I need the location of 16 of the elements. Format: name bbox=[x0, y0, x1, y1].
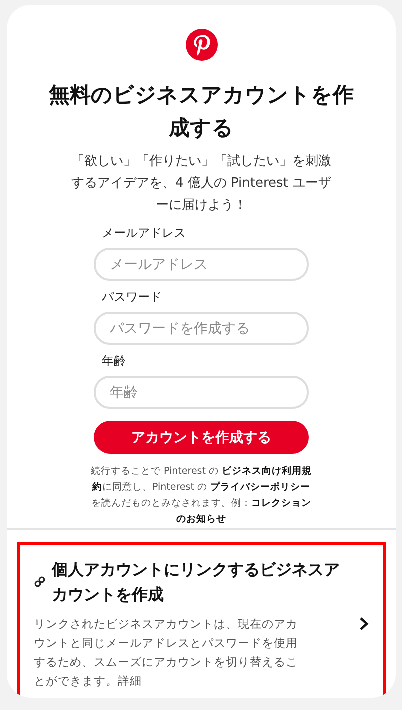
subtitle: 「欲しい」「作りたい」「試したい」を刺激するアイデアを、4 億人の Pinterest ユーザーに届けよう！ bbox=[70, 153, 333, 215]
field-label: パスワード bbox=[101, 289, 163, 306]
chain-link-icon bbox=[34, 576, 46, 588]
option-title: 個人アカウントにリンクするビジネスアカウントを作成 bbox=[52, 559, 341, 606]
terms-text: 続行することで Pinterest の ビジネス向け利用規約に同意し、Pinterest の プライバシーポリシーを読んだものとみなされます。例：コレクションのお知らせ bbox=[90, 465, 314, 527]
chevron-right-icon bbox=[359, 617, 369, 631]
input-field[interactable]: 年齢 bbox=[94, 376, 309, 409]
option-description: リンクされたビジネスアカウントは、現在のアカウントと同じメールアドレスとパスワードを使用するため、スムーズにアカウントを切り替えることができます。詳細 bbox=[34, 616, 299, 690]
pin-logo-icon bbox=[186, 29, 218, 61]
input-field[interactable]: メールアドレス bbox=[94, 248, 309, 281]
input-field[interactable]: パスワードを作成する bbox=[94, 312, 309, 345]
linked-account-option[interactable]: 個人アカウントにリンクするビジネスアカウントを作成 リンクされたビジネスアカウントは、現在のアカウントと同じメールアドレスとパスワードを使用するため、スムーズにアカウントを切り替えることができます。詳細 bbox=[17, 542, 386, 698]
create-account-button[interactable]: アカウントを作成する bbox=[94, 421, 309, 454]
field-label: メールアドレス bbox=[101, 225, 187, 242]
page-title: 無料のビジネスアカウントを作成する bbox=[48, 82, 355, 142]
field-label: 年齢 bbox=[101, 353, 127, 370]
